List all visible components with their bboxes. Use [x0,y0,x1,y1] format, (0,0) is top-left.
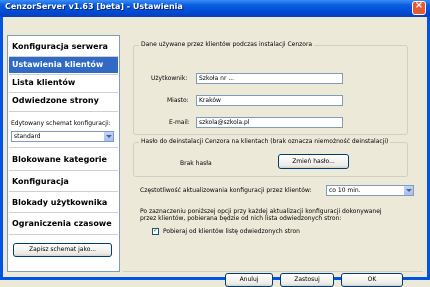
uninstall-password-group: Hasło do deinstalacji Cenzora na klienta… [133,138,408,177]
sites-option-description-line1: Po zaznaczeniu poniższej opcji przy każd… [140,208,382,215]
update-frequency-label: Częstotliwość aktualizowania konfiguracj… [140,187,312,194]
sidebar-divider [9,234,118,235]
footer-divider [123,271,423,272]
close-icon: × [414,0,424,11]
ok-button[interactable]: OK [341,273,403,287]
cancel-button[interactable]: Anuluj [225,273,273,287]
fetch-sites-checkbox[interactable] [152,226,159,235]
title-bar[interactable]: CenzorServer v1.63 [beta] - Ustawienia × [0,0,430,17]
fetch-sites-label[interactable]: Pobieraj od klientów listę odwiedzonych … [163,228,300,235]
sidebar-item-odwiedzone-strony[interactable]: Odwiedzone strony [9,93,118,109]
sidebar-item-lista-klientow[interactable]: Lista klientów [9,75,118,91]
sidebar-item-konfiguracja[interactable]: Konfiguracja [9,174,118,190]
update-frequency-select[interactable]: co 10 min. [326,185,414,196]
change-password-button[interactable]: Zmień hasło... [278,154,349,169]
apply-button[interactable]: Zastosuj [280,273,334,287]
window-client-area: Konfiguracja serwera Ustawienia klientów… [3,17,427,287]
sidebar-divider [9,212,118,213]
sidebar-divider [9,191,118,192]
city-label: Miasto: [167,97,189,104]
city-field[interactable]: Kraków [196,95,343,106]
sidebar-divider [9,170,118,171]
sidebar: Konfiguracja serwera Ustawienia klientów… [7,35,120,272]
schema-select[interactable]: standard [11,131,114,142]
user-label: Użytkownik: [151,75,188,82]
sidebar-item-blokowane-kategorie[interactable]: Blokowane kategorie [9,152,118,168]
sidebar-item-ograniczenia-czasowe[interactable]: Ograniczenia czasowe [9,216,118,232]
settings-window: CenzorServer v1.63 [beta] - Ustawienia ×… [0,0,430,287]
update-frequency-value: co 10 min. [329,187,361,194]
close-button[interactable]: × [412,0,426,15]
sidebar-item-ustawienia-klientow[interactable]: Ustawienia klientów [9,57,118,73]
password-status: Brak hasła [180,160,212,167]
sidebar-divider [9,111,118,112]
sidebar-item-blokady-uzytkownika[interactable]: Blokady użytkownika [9,195,118,211]
schema-select-value: standard [14,133,41,140]
window-title: CenzorServer v1.63 [beta] - Ustawienia [5,2,183,11]
email-field[interactable]: szkola@szkola.pl [196,117,343,128]
sidebar-item-konfiguracja-serwera[interactable]: Konfiguracja serwera [9,39,118,55]
chevron-down-icon[interactable] [403,186,413,195]
chevron-down-icon[interactable] [103,132,113,141]
sites-option-description-line2: przez klientów, pobierana będzie od nich… [140,215,342,222]
uninstall-password-group-label: Hasło do deinstalacji Cenzora na klienta… [139,138,391,145]
user-field[interactable]: Szkoła nr ... [196,73,343,84]
email-label: E-mail: [169,119,190,126]
install-data-group-label: Dane używane przez klientów podczas inst… [139,41,315,48]
sidebar-divider [9,147,118,148]
save-schema-button[interactable]: Zapisz schemat jako... [13,243,112,257]
schema-label: Edytowany schemat konfiguracji: [11,120,111,127]
